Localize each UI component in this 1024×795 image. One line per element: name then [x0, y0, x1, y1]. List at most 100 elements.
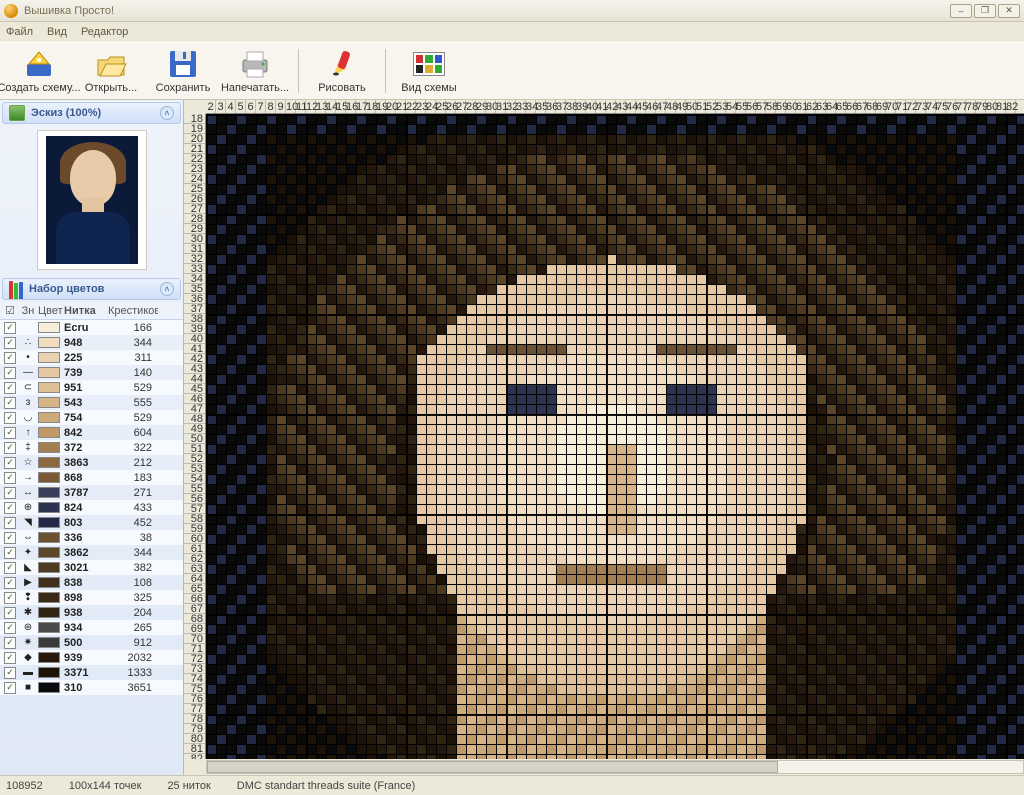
row-checkbox[interactable]: ✓ — [4, 547, 16, 559]
row-swatch — [38, 562, 60, 573]
row-checkbox[interactable]: ✓ — [4, 337, 16, 349]
row-checkbox[interactable]: ✓ — [4, 562, 16, 574]
palette-row[interactable]: ✓◥803452 — [0, 515, 183, 530]
row-symbol: ❢ — [18, 592, 38, 603]
row-checkbox[interactable]: ✓ — [4, 682, 16, 694]
palette-row[interactable]: ✓∴948344 — [0, 335, 183, 350]
menu-bar: Файл Вид Редактор — [0, 22, 1024, 42]
row-checkbox[interactable]: ✓ — [4, 622, 16, 634]
scheme-view-button[interactable]: Вид схемы — [394, 45, 464, 97]
collapse-icon[interactable]: ˄ — [160, 282, 174, 296]
row-checkbox[interactable]: ✓ — [4, 532, 16, 544]
row-symbol: ■ — [18, 682, 38, 693]
palette-row[interactable]: ✓■3103651 — [0, 680, 183, 695]
palette-table: ✓Ecru166✓∴948344✓•225311✓—739140✓⊂951529… — [0, 320, 183, 775]
row-checkbox[interactable]: ✓ — [4, 367, 16, 379]
row-checkbox[interactable]: ✓ — [4, 517, 16, 529]
row-checkbox[interactable]: ✓ — [4, 502, 16, 514]
palette-row[interactable]: ✓•225311 — [0, 350, 183, 365]
palette-icon — [9, 279, 25, 299]
palette-row[interactable]: ✓✦3862344 — [0, 545, 183, 560]
row-checkbox[interactable]: ✓ — [4, 487, 16, 499]
row-thread: 3787 — [64, 487, 108, 499]
row-count: 3651 — [108, 682, 158, 694]
maximize-button[interactable]: ❐ — [974, 4, 996, 18]
row-checkbox[interactable]: ✓ — [4, 442, 16, 454]
palette-row[interactable]: ✓ɜ543555 — [0, 395, 183, 410]
row-checkbox[interactable]: ✓ — [4, 577, 16, 589]
row-checkbox[interactable]: ✓ — [4, 472, 16, 484]
pattern-grid[interactable] — [206, 114, 1024, 759]
collapse-icon[interactable]: ˄ — [160, 106, 174, 120]
palette-row[interactable]: ✓✱938204 — [0, 605, 183, 620]
row-checkbox[interactable]: ✓ — [4, 427, 16, 439]
palette-row[interactable]: ✓⊂951529 — [0, 380, 183, 395]
col-color[interactable]: Цвет — [38, 305, 64, 317]
palette-row[interactable]: ✓→868183 — [0, 470, 183, 485]
row-swatch — [38, 637, 60, 648]
menu-editor[interactable]: Редактор — [81, 26, 128, 38]
palette-row[interactable]: ✓↑842604 — [0, 425, 183, 440]
palette-row[interactable]: ✓◡754529 — [0, 410, 183, 425]
row-swatch — [38, 412, 60, 423]
save-button[interactable]: Сохранить — [148, 45, 218, 97]
row-checkbox[interactable]: ✓ — [4, 652, 16, 664]
row-checkbox[interactable]: ✓ — [4, 352, 16, 364]
palette-row[interactable]: ✓▶838108 — [0, 575, 183, 590]
create-label: Создать схему... — [0, 82, 81, 94]
palette-row[interactable]: ✓‡372322 — [0, 440, 183, 455]
row-checkbox[interactable]: ✓ — [4, 412, 16, 424]
row-swatch — [38, 502, 60, 513]
minimize-button[interactable]: – — [950, 4, 972, 18]
row-thread: 225 — [64, 352, 108, 364]
row-checkbox[interactable]: ✓ — [4, 637, 16, 649]
menu-file[interactable]: Файл — [6, 26, 33, 38]
close-button[interactable]: ✕ — [998, 4, 1020, 18]
row-checkbox[interactable]: ✓ — [4, 607, 16, 619]
sketch-icon — [9, 105, 25, 121]
row-thread: 934 — [64, 622, 108, 634]
create-scheme-button[interactable]: Создать схему... — [4, 45, 74, 97]
menu-view[interactable]: Вид — [47, 26, 67, 38]
open-button[interactable]: Открыть... — [76, 45, 146, 97]
col-symbol[interactable]: Зн — [18, 305, 38, 317]
palette-row[interactable]: ✓Ecru166 — [0, 320, 183, 335]
row-checkbox[interactable]: ✓ — [4, 322, 16, 334]
palette-row[interactable]: ✓◣3021382 — [0, 560, 183, 575]
row-checkbox[interactable]: ✓ — [4, 397, 16, 409]
row-symbol: ∴ — [18, 337, 38, 348]
row-checkbox[interactable]: ✓ — [4, 592, 16, 604]
palette-row[interactable]: ✓⊛934265 — [0, 620, 183, 635]
palette-row[interactable]: ✓❢898325 — [0, 590, 183, 605]
col-enable-icon[interactable]: ☑ — [2, 304, 18, 317]
row-swatch — [38, 382, 60, 393]
row-checkbox[interactable]: ✓ — [4, 382, 16, 394]
palette-row[interactable]: ✓◆9392032 — [0, 650, 183, 665]
palette-row[interactable]: ✓↔3787271 — [0, 485, 183, 500]
row-checkbox[interactable]: ✓ — [4, 457, 16, 469]
col-count[interactable]: Крестиков — [108, 305, 158, 317]
palette-row[interactable]: ✓⊕824433 — [0, 500, 183, 515]
draw-button[interactable]: Рисовать — [307, 45, 377, 97]
palette-row[interactable]: ✓☆3863212 — [0, 455, 183, 470]
scrollbar-horizontal[interactable] — [206, 759, 1024, 775]
row-swatch — [38, 427, 60, 438]
canvas-area: 2345678910111213141516171819202122232425… — [184, 100, 1024, 775]
row-checkbox[interactable]: ✓ — [4, 667, 16, 679]
sketch-thumbnail[interactable] — [37, 130, 147, 270]
sketch-panel-header[interactable]: Эскиз (100%) ˄ — [2, 102, 181, 124]
palette-panel-header[interactable]: Набор цветов ˄ — [2, 278, 181, 300]
row-count: 183 — [108, 472, 158, 484]
status-suite: DMC standart threads suite (France) — [237, 780, 416, 792]
row-swatch — [38, 532, 60, 543]
palette-row[interactable]: ✓▬33711333 — [0, 665, 183, 680]
row-symbol: ▶ — [18, 577, 38, 588]
row-thread: 868 — [64, 472, 108, 484]
col-thread[interactable]: Нитка — [64, 305, 108, 317]
palette-row[interactable]: ✓⇔33638 — [0, 530, 183, 545]
row-symbol: ⊛ — [18, 622, 38, 633]
row-count: 555 — [108, 397, 158, 409]
print-button[interactable]: Напечатать... — [220, 45, 290, 97]
palette-row[interactable]: ✓—739140 — [0, 365, 183, 380]
palette-row[interactable]: ✓✷500912 — [0, 635, 183, 650]
